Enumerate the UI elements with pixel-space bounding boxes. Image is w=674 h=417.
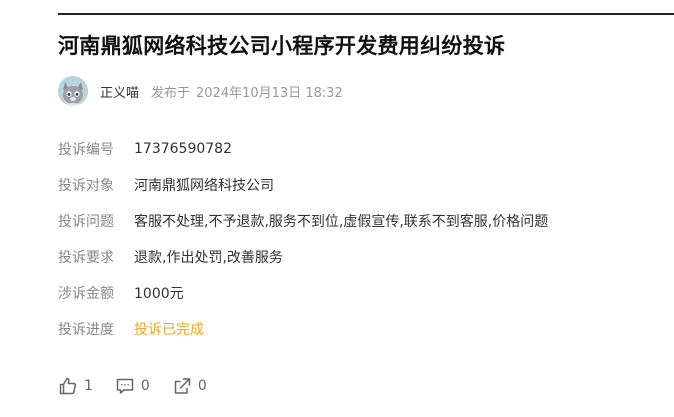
comment-icon <box>116 378 134 394</box>
share-button[interactable]: 0 <box>172 376 207 396</box>
complaint-amount-label: 涉诉金额 <box>58 286 114 302</box>
thumbs-up-icon <box>59 377 77 395</box>
author-info: 正义喵 发布于 2024年10月13日 18:32 <box>58 76 343 106</box>
comment-count: 0 <box>140 378 150 394</box>
share-icon <box>174 378 191 394</box>
cat-avatar-icon <box>58 76 88 106</box>
complaint-amount-value: 1000元 <box>134 286 184 302</box>
complaint-id-value: 17376590782 <box>134 141 232 157</box>
author-name[interactable]: 正义喵 <box>100 82 139 101</box>
complaint-issue-value: 客服不处理,不予退款,服务不到位,虚假宣传,联系不到客服,价格问题 <box>134 214 549 230</box>
publish-prefix: 发布于 <box>151 85 191 101</box>
action-bar: 1 0 0 <box>58 374 229 398</box>
complaint-progress-label: 投诉进度 <box>58 322 114 338</box>
complaint-demand-row: 投诉要求 退款,作出处罚,改善服务 <box>58 246 283 268</box>
publish-time: 2024年10月13日 18:32 <box>196 85 343 101</box>
complaint-amount-row: 涉诉金额 1000元 <box>58 282 184 304</box>
avatar[interactable] <box>58 76 88 106</box>
like-button[interactable]: 1 <box>58 376 93 396</box>
like-count: 1 <box>84 378 93 394</box>
complaint-progress-row: 投诉进度 投诉已完成 <box>58 318 204 340</box>
complaint-demand-value: 退款,作出处罚,改善服务 <box>134 250 283 266</box>
complaint-demand-label: 投诉要求 <box>58 250 114 266</box>
top-divider <box>58 13 674 15</box>
page-title: 河南鼎狐网络科技公司小程序开发费用纠纷投诉 <box>58 34 506 58</box>
complaint-id-label: 投诉编号 <box>58 142 114 158</box>
complaint-issue-row: 投诉问题 客服不处理,不予退款,服务不到位,虚假宣传,联系不到客服,价格问题 <box>58 210 548 232</box>
complaint-target-value: 河南鼎狐网络科技公司 <box>134 178 274 194</box>
complaint-target-row: 投诉对象 河南鼎狐网络科技公司 <box>58 174 274 196</box>
complaint-target-label: 投诉对象 <box>58 178 114 194</box>
status-badge: 投诉已完成 <box>134 322 204 338</box>
complaint-issue-label: 投诉问题 <box>58 214 114 230</box>
comment-button[interactable]: 0 <box>115 376 150 396</box>
share-count: 0 <box>197 378 207 394</box>
complaint-id-row: 投诉编号 17376590782 <box>58 138 232 160</box>
